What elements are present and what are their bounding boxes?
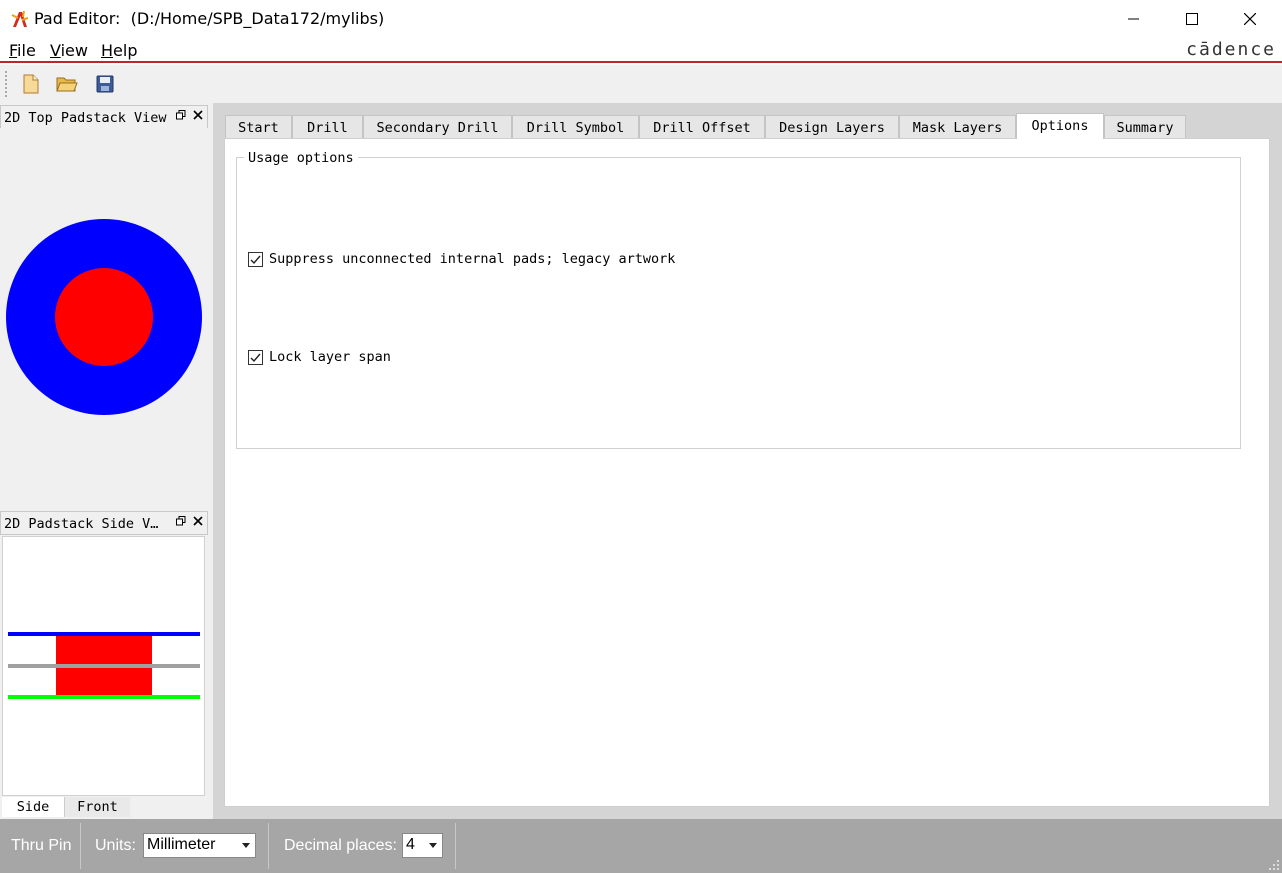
decimal-places-label: Decimal places: <box>284 837 397 854</box>
tab-drill[interactable]: Drill <box>292 115 363 138</box>
top-view-canvas <box>6 219 202 415</box>
new-button[interactable] <box>19 72 43 96</box>
close-icon <box>1244 13 1256 25</box>
close-icon <box>193 110 203 120</box>
bottom-layer-line <box>8 695 200 699</box>
side-view-title: 2D Padstack Side V… <box>4 516 159 532</box>
resize-grip-icon[interactable] <box>1268 859 1280 871</box>
tab-summary[interactable]: Summary <box>1104 115 1186 138</box>
tab-secondary-drill[interactable]: Secondary Drill <box>363 115 512 138</box>
menu-help[interactable]: Help <box>101 41 137 60</box>
usage-options-title: Usage options <box>244 150 358 166</box>
tab-drill-offset[interactable]: Drill Offset <box>639 115 765 138</box>
units-label: Units: <box>95 837 136 854</box>
tab-front[interactable]: Front <box>64 797 130 817</box>
inner-layer-line <box>8 664 200 668</box>
close-button[interactable] <box>1221 0 1279 38</box>
tab-side[interactable]: Side <box>2 797 64 817</box>
status-separator <box>80 823 81 869</box>
cadence-logo: cādence <box>1186 39 1276 60</box>
menu-view[interactable]: View <box>50 41 88 60</box>
padstack-type-label: Thru Pin <box>11 837 72 854</box>
suppress-pads-option[interactable]: Suppress unconnected internal pads; lega… <box>248 251 675 267</box>
suppress-pads-checkbox[interactable] <box>248 251 263 267</box>
suppress-pads-label: Suppress unconnected internal pads; lega… <box>269 251 676 267</box>
units-value: Millimeter <box>147 836 216 853</box>
open-button[interactable] <box>55 72 79 96</box>
save-icon <box>96 75 114 93</box>
tab-design-layers[interactable]: Design Layers <box>765 115 899 138</box>
units-select[interactable]: Millimeter <box>143 833 256 858</box>
top-view-close-button[interactable] <box>193 110 203 122</box>
status-bar: Thru Pin Units: Millimeter Decimal place… <box>0 819 1282 873</box>
tab-options[interactable]: Options <box>1016 113 1104 139</box>
side-view-canvas <box>8 632 200 699</box>
checkmark-icon <box>250 353 261 362</box>
tab-mask-layers[interactable]: Mask Layers <box>899 115 1016 138</box>
decimal-places-value: 4 <box>406 836 415 853</box>
lock-layer-span-option[interactable]: Lock layer span <box>248 349 391 365</box>
menu-file[interactable]: File <box>9 41 36 60</box>
status-separator <box>268 823 269 869</box>
open-folder-icon <box>56 77 78 92</box>
save-button[interactable] <box>93 72 117 96</box>
top-view-float-button[interactable] <box>176 110 186 122</box>
maximize-icon <box>1186 13 1198 25</box>
tab-start[interactable]: Start <box>225 115 292 138</box>
checkmark-icon <box>250 255 261 264</box>
menu-bar: File View Help cādence <box>0 38 1282 63</box>
title-bar: Pad Editor: (D:/Home/SPB_Data172/mylibs) <box>0 0 1282 38</box>
decimal-places-select[interactable]: 4 <box>402 833 443 858</box>
maximize-button[interactable] <box>1163 0 1221 38</box>
side-view-tabs: Side Front <box>0 797 213 819</box>
top-view-title: 2D Top Padstack View <box>4 110 167 126</box>
status-separator <box>455 823 456 869</box>
toolbar-grip[interactable] <box>5 71 8 97</box>
top-padstack-view <box>0 128 208 508</box>
minimize-icon <box>1128 18 1139 20</box>
lock-layer-span-label: Lock layer span <box>269 349 391 365</box>
side-padstack-view <box>2 536 205 796</box>
float-icon <box>176 516 186 526</box>
minimize-button[interactable] <box>1105 0 1163 38</box>
window-title: Pad Editor: (D:/Home/SPB_Data172/mylibs) <box>34 9 385 28</box>
new-file-icon <box>23 74 39 94</box>
toolbar <box>0 65 1282 103</box>
lock-layer-span-checkbox[interactable] <box>248 349 263 365</box>
side-view-close-button[interactable] <box>193 516 203 528</box>
chevron-down-icon <box>429 843 437 848</box>
drill-hole-circle <box>55 268 153 366</box>
usage-options-group <box>236 157 1241 449</box>
float-icon <box>176 110 186 120</box>
pad-editor-app-icon <box>11 10 29 27</box>
side-view-float-button[interactable] <box>176 516 186 528</box>
tab-drill-symbol[interactable]: Drill Symbol <box>512 115 639 138</box>
chevron-down-icon <box>242 843 250 848</box>
close-icon <box>193 516 203 526</box>
top-layer-line <box>8 632 200 636</box>
